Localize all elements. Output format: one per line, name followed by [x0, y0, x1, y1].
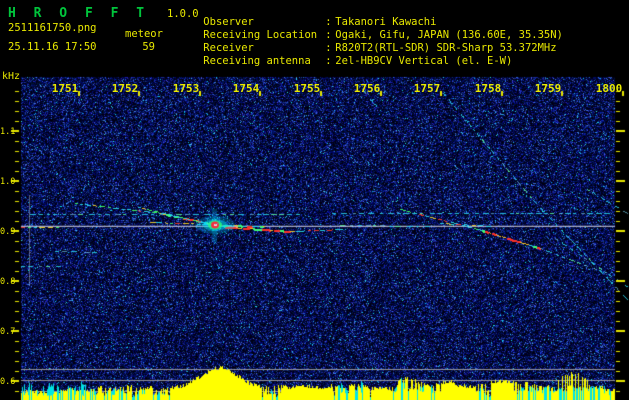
freq-tick-label: 1.0: [0, 177, 16, 187]
time-tick-label: 1758: [474, 82, 502, 95]
echo-count: 59: [142, 41, 155, 53]
time-tick-label: 1800: [595, 82, 623, 95]
info-separator: :: [325, 54, 332, 67]
time-tick-label: 1756: [353, 82, 381, 95]
time-tick-label: 1752: [111, 82, 139, 95]
time-tick-label: 1751: [51, 82, 79, 95]
app-title: H R O F F T: [8, 6, 150, 21]
time-tick-label: 1757: [413, 82, 441, 95]
freq-tick-label: 0.7: [0, 327, 16, 337]
y-axis-unit-label: kHz: [2, 71, 21, 82]
freq-tick-label: 1.1: [0, 127, 16, 137]
record-timestamp: 25.11.16 17:50: [8, 41, 97, 53]
time-tick-label: 1753: [172, 82, 200, 95]
info-value: 2el-HB9CV Vertical (el. E-W): [335, 54, 513, 67]
time-tick-label: 1755: [293, 82, 321, 95]
hrofft-screen: H R O F F T 1.0.0 2511161750.png meteor …: [0, 0, 629, 400]
output-filename: 2511161750.png: [8, 22, 97, 34]
time-tick-label: 1754: [232, 82, 260, 95]
mode-label: meteor: [125, 28, 163, 40]
freq-tick-label: 0.6: [0, 377, 16, 387]
freq-tick-label: 0.9: [0, 227, 16, 237]
info-label: Receiving antenna: [203, 54, 311, 67]
info-row-antenna: Receiving antenna:2el-HB9CV Vertical (el…: [178, 45, 512, 77]
time-tick-label: 1759: [534, 82, 562, 95]
freq-tick-label: 0.8: [0, 277, 16, 287]
